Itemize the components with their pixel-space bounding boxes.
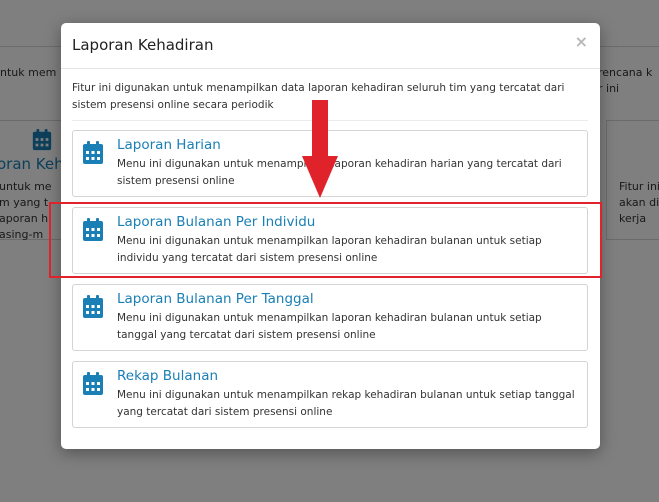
calendar-icon bbox=[83, 141, 103, 164]
calendar-icon bbox=[83, 372, 103, 395]
menu-item-title[interactable]: Laporan Harian bbox=[117, 137, 221, 153]
menu-item-description: Menu ini digunakan untuk menampilkan lap… bbox=[117, 312, 542, 341]
modal-header: Laporan Kehadiran × bbox=[61, 23, 600, 69]
menu-item-monthly-per-date[interactable]: Laporan Bulanan Per Tanggal Menu ini dig… bbox=[72, 284, 588, 351]
down-arrow-icon bbox=[302, 100, 338, 198]
menu-item-description: Menu ini digunakan untuk menampilkan lap… bbox=[117, 158, 562, 187]
modal-title: Laporan Kehadiran bbox=[72, 36, 214, 54]
menu-item-monthly-recap[interactable]: Rekap Bulanan Menu ini digunakan untuk m… bbox=[72, 361, 588, 428]
menu-item-description: Menu ini digunakan untuk menampilkan rek… bbox=[117, 389, 575, 418]
calendar-icon bbox=[83, 295, 103, 318]
menu-item-title[interactable]: Rekap Bulanan bbox=[117, 368, 218, 384]
highlight-box bbox=[49, 202, 602, 278]
menu-item-title[interactable]: Laporan Bulanan Per Tanggal bbox=[117, 291, 314, 307]
close-icon[interactable]: × bbox=[575, 32, 588, 52]
